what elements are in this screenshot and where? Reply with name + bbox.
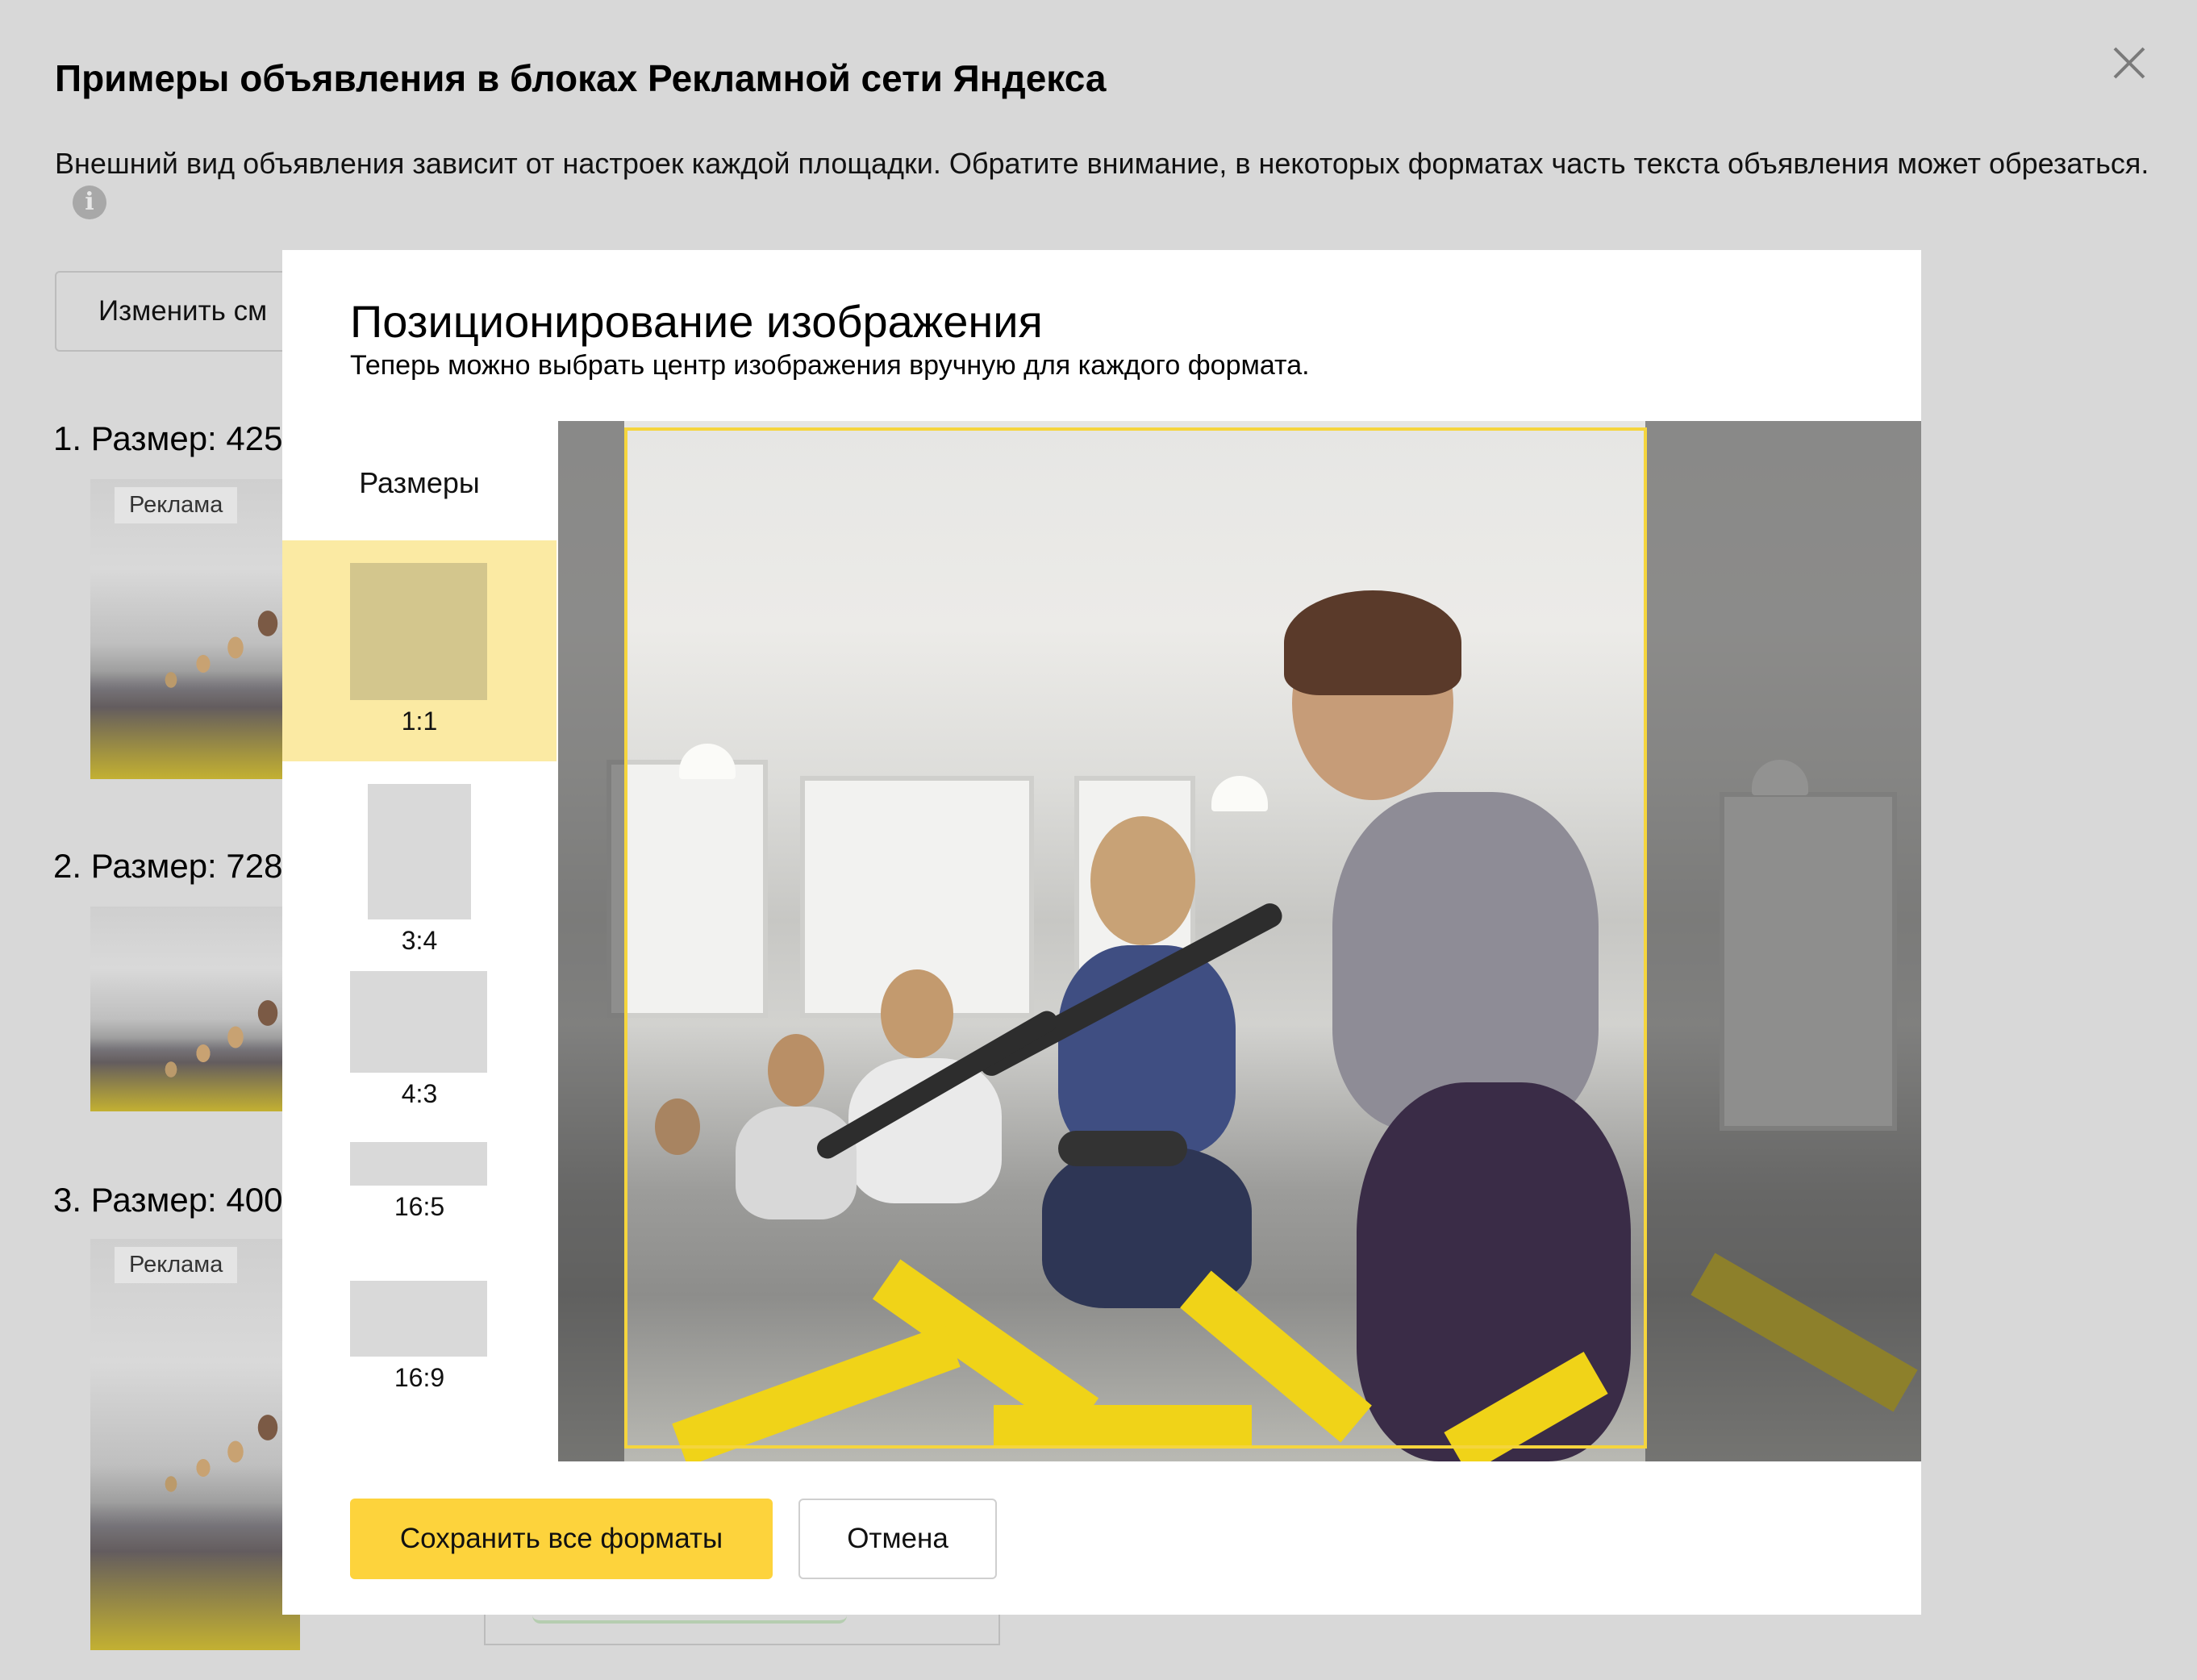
preview-image [90,1403,300,1650]
size-heading-2: 2. Размер: 728 [53,847,283,885]
format-label: 16:9 [394,1363,445,1392]
image-canvas[interactable] [558,421,1921,1461]
format-4-3[interactable]: 4:3 [282,947,557,1134]
info-icon[interactable]: i [73,186,106,220]
crop-overlay-left [558,421,624,1461]
format-swatch [368,784,471,919]
format-1-1[interactable]: 1:1 [282,540,557,761]
size-heading-3: 3. Размер: 400 [53,1181,283,1219]
format-label: 4:3 [401,1079,438,1108]
ad-label: Реклама [115,1247,238,1283]
close-icon[interactable] [2105,39,2153,87]
format-swatch [350,1281,487,1357]
ad-preview-3: Реклама [90,1239,300,1650]
preview-image [90,598,300,779]
image-positioning-modal: Позиционирование изображения Теперь можн… [282,250,1921,1615]
ad-preview-2 [90,907,300,1111]
size-heading-1: 1. Размер: 425 [53,419,283,457]
description-text: Внешний вид объявления зависит от настро… [55,147,2149,180]
format-label: 16:5 [394,1192,445,1221]
dialog-title: Примеры объявления в блоках Рекламной се… [55,57,1107,99]
formats-sidebar: Размеры 1:1 3:4 4:3 16:5 16:9 [282,421,557,1460]
sidebar-heading: Размеры [359,466,480,499]
cancel-button[interactable]: Отмена [798,1499,997,1579]
format-swatch [350,563,487,700]
format-label: 1:1 [401,707,438,736]
format-16-5[interactable]: 16:5 [282,1134,557,1265]
ad-preview-1: Реклама [90,479,300,779]
ad-label: Реклама [115,487,238,523]
format-swatch [350,971,487,1073]
save-all-formats-button[interactable]: Сохранить все форматы [350,1499,773,1579]
format-3-4[interactable]: 3:4 [282,761,557,955]
preview-image [90,988,300,1111]
modal-footer: Сохранить все форматы Отмена [282,1461,1921,1615]
dialog-description: Внешний вид объявления зависит от настро… [55,145,2152,220]
crop-overlay-right [1645,421,1921,1461]
modal-title: Позиционирование изображения [350,296,1043,347]
format-16-9[interactable]: 16:9 [282,1265,557,1458]
modal-subtitle: Теперь можно выбрать центр изображения в… [350,350,1310,381]
crop-frame[interactable] [624,427,1647,1449]
format-swatch [350,1142,487,1186]
